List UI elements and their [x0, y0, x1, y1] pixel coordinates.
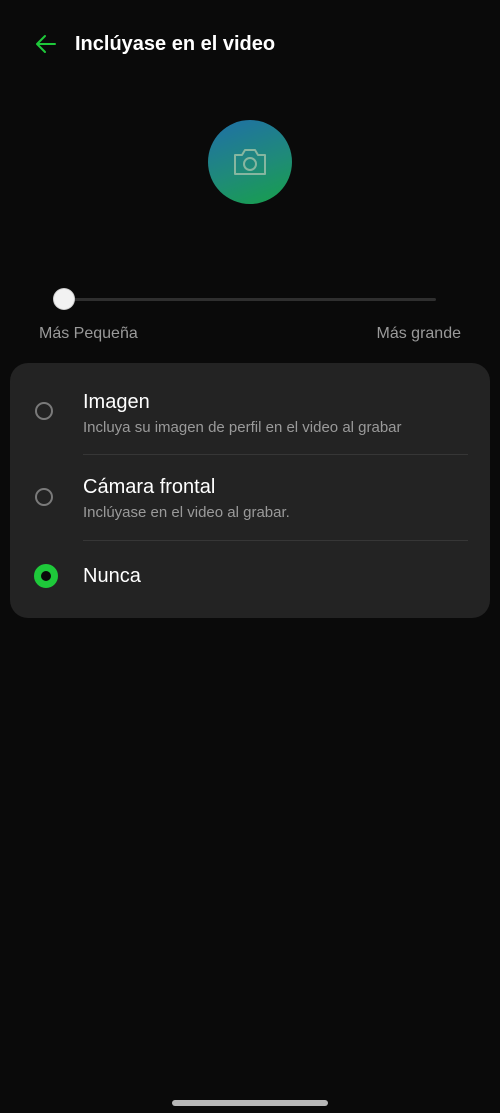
option-subtitle: Incluya su imagen de perfil en el video … — [83, 419, 402, 436]
camera-icon — [234, 149, 266, 175]
back-button[interactable] — [30, 28, 62, 60]
profile-preview[interactable] — [208, 120, 292, 204]
option-title: Imagen — [83, 391, 150, 413]
app-header: Inclúyase en el video — [0, 0, 500, 88]
size-slider[interactable] — [54, 288, 438, 310]
option-title: Cámara frontal — [83, 476, 216, 498]
page-title: Inclúyase en el video — [75, 33, 276, 55]
slider-max-label: Más grande — [376, 325, 462, 342]
option-camara-frontal[interactable]: Cámara frontal Inclúyase en el video al … — [10, 455, 490, 540]
arrow-left-icon — [36, 35, 56, 53]
radio-button[interactable] — [35, 402, 53, 420]
option-imagen[interactable]: Imagen Incluya su imagen de perfil en el… — [10, 363, 490, 454]
radio-button[interactable] — [35, 488, 53, 506]
slider-thumb[interactable] — [54, 289, 74, 309]
option-nunca[interactable]: Nunca — [10, 541, 490, 618]
home-indicator[interactable] — [172, 1100, 328, 1106]
option-subtitle: Inclúyase en el video al grabar. — [83, 504, 290, 521]
option-title: Nunca — [83, 565, 141, 587]
options-card: Imagen Incluya su imagen de perfil en el… — [10, 363, 490, 618]
radio-button[interactable] — [34, 564, 58, 588]
slider-track — [64, 298, 436, 301]
slider-min-label: Más Pequeña — [39, 325, 138, 342]
